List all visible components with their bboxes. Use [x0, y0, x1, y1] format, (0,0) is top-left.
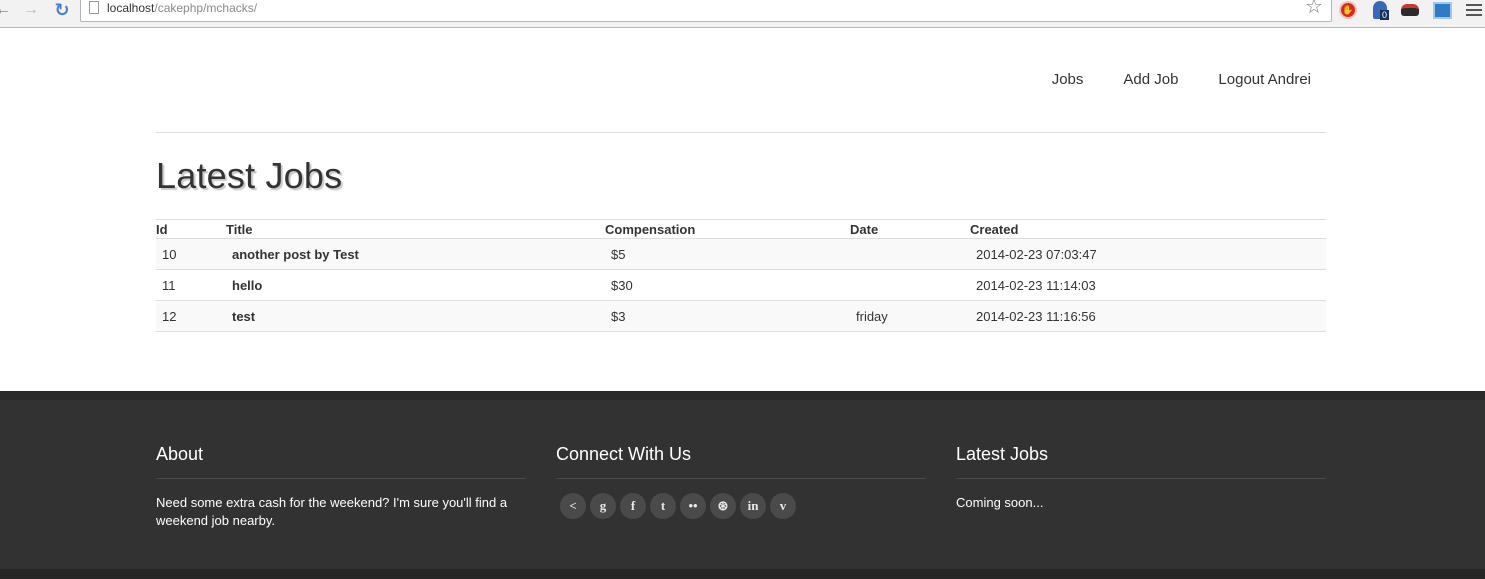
cell-title[interactable]: hello: [226, 269, 605, 301]
cell-compensation: $5: [605, 238, 850, 270]
cell-title[interactable]: test: [226, 300, 605, 332]
table-row[interactable]: 10 another post by Test $5 2014-02-23 07…: [156, 238, 1326, 270]
facebook-icon[interactable]: f: [620, 493, 646, 519]
address-bar[interactable]: localhost/cakephp/mchacks/ ☆: [80, 0, 1332, 22]
url-text[interactable]: localhost/cakephp/mchacks/: [107, 1, 257, 15]
bookmark-star-icon[interactable]: ☆: [1305, 0, 1323, 17]
browser-menu-icon[interactable]: [1466, 0, 1482, 20]
table-row[interactable]: 11 hello $30 2014-02-23 11:14:03: [156, 269, 1326, 301]
site-footer: About Need some extra cash for the weeke…: [0, 391, 1485, 579]
cell-date: [850, 238, 970, 270]
mask-extension-icon[interactable]: [1400, 0, 1420, 20]
ghostery-extension-icon[interactable]: 0: [1370, 0, 1390, 20]
site-header: Jobs Add Job Logout Andrei: [156, 29, 1326, 133]
column-header-compensation[interactable]: Compensation: [605, 219, 850, 239]
flickr-icon[interactable]: ••: [680, 493, 706, 519]
screen-capture-extension-icon[interactable]: [1432, 0, 1452, 20]
cell-created: 2014-02-23 11:16:56: [970, 300, 1326, 332]
stop-extension-icon[interactable]: ✋: [1338, 0, 1358, 20]
url-path: /cakephp/mchacks/: [154, 1, 258, 15]
cell-title[interactable]: another post by Test: [226, 238, 605, 270]
cell-id: 10: [156, 238, 226, 270]
footer-latest-jobs: Latest Jobs Coming soon...: [956, 444, 1326, 512]
cell-id: 12: [156, 300, 226, 332]
cell-compensation: $30: [605, 269, 850, 301]
cell-created: 2014-02-23 07:03:47: [970, 238, 1326, 270]
column-header-title[interactable]: Title: [226, 219, 605, 239]
footer-about-title: About: [156, 444, 526, 479]
footer-latest-title: Latest Jobs: [956, 444, 1326, 479]
url-host: localhost: [107, 1, 155, 15]
share-icon[interactable]: <: [560, 493, 586, 519]
footer-connect: Connect With Us < g f t •• ⊛ in v: [556, 444, 926, 519]
back-icon[interactable]: ←: [0, 0, 11, 20]
reload-icon[interactable]: ↻: [52, 0, 72, 20]
page-icon: [89, 1, 99, 14]
vimeo-icon[interactable]: v: [770, 493, 796, 519]
cell-date: [850, 269, 970, 301]
google-icon[interactable]: g: [590, 493, 616, 519]
cell-date: friday: [850, 300, 970, 332]
footer-about: About Need some extra cash for the weeke…: [156, 444, 526, 530]
footer-latest-text: Coming soon...: [956, 495, 1044, 510]
cell-id: 11: [156, 269, 226, 301]
page-title: Latest Jobs: [156, 155, 343, 196]
dribbble-icon[interactable]: ⊛: [710, 493, 736, 519]
table-row[interactable]: 12 test $3 friday 2014-02-23 11:16:56: [156, 300, 1326, 332]
browser-toolbar: ← → ↻ localhost/cakephp/mchacks/ ☆ ✋ 0: [0, 0, 1485, 28]
nav-link-add-job[interactable]: Add Job: [1123, 71, 1178, 88]
column-header-id[interactable]: Id: [156, 219, 226, 239]
forward-icon[interactable]: →: [22, 0, 40, 20]
linkedin-icon[interactable]: in: [740, 493, 766, 519]
nav-link-logout[interactable]: Logout Andrei: [1218, 71, 1311, 88]
jobs-table: Id Title Compensation Date Created 10 an…: [156, 219, 1326, 332]
cell-compensation: $3: [605, 300, 850, 332]
footer-about-text: Need some extra cash for the weekend? I'…: [156, 495, 508, 528]
footer-connect-title: Connect With Us: [556, 444, 926, 479]
social-icons: < g f t •• ⊛ in v: [560, 493, 926, 519]
column-header-created[interactable]: Created: [970, 219, 1326, 239]
extension-badge: 0: [1380, 10, 1390, 20]
cell-created: 2014-02-23 11:14:03: [970, 269, 1326, 301]
nav-link-jobs[interactable]: Jobs: [1052, 71, 1084, 88]
column-header-date[interactable]: Date: [850, 219, 970, 239]
table-header-row: Id Title Compensation Date Created: [156, 219, 1326, 239]
footer-bottom-bar: [0, 569, 1485, 579]
twitter-icon[interactable]: t: [650, 493, 676, 519]
main-nav: Jobs Add Job Logout Andrei: [1012, 71, 1311, 88]
